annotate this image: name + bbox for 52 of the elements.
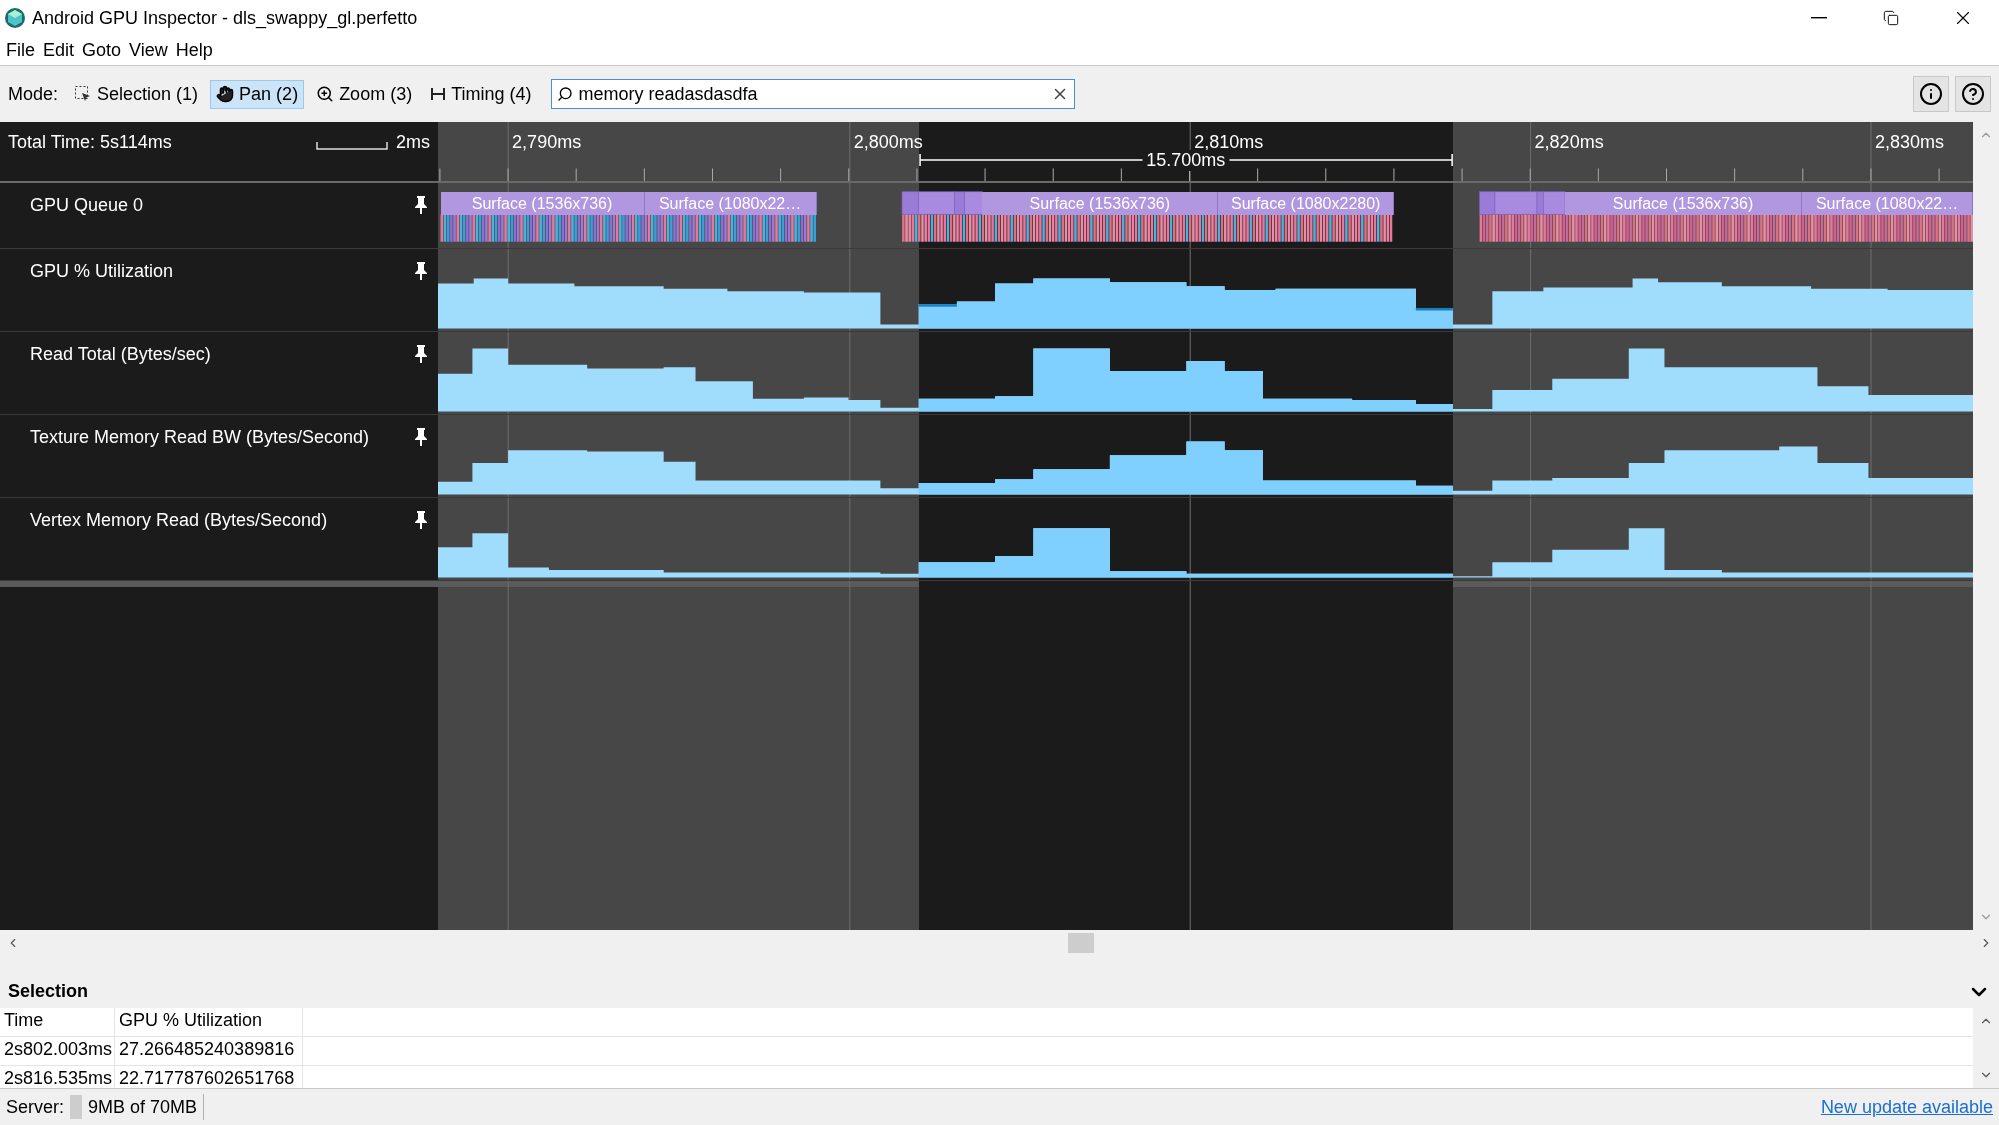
track-name: GPU Queue 0	[30, 195, 145, 216]
mode-button[interactable]: Timing (4)	[424, 79, 538, 109]
pin-icon[interactable]	[414, 195, 428, 215]
server-label: Server:	[6, 1096, 65, 1118]
search-field[interactable]: memory readasdasdfa	[551, 79, 1076, 109]
pin-icon[interactable]	[414, 261, 428, 281]
time-tick-label: 2,790ms	[512, 132, 582, 153]
track-name: GPU % Utilization	[30, 261, 175, 282]
menu-item[interactable]: Goto	[78, 40, 126, 61]
time-tick-label: 2,800ms	[853, 132, 923, 153]
mode-button[interactable]: Selection (1)	[68, 79, 205, 109]
memory-usage: 9MB of 70MB	[88, 1096, 198, 1118]
zoom-icon	[316, 85, 335, 103]
scale-label: 2ms	[396, 132, 430, 153]
selection-duration-label: 15.700ms	[1142, 150, 1230, 171]
info-icon	[1919, 82, 1943, 106]
table-cell: 2s802.003ms	[0, 1037, 115, 1066]
update-link[interactable]: New update available	[1820, 1096, 1993, 1118]
pin-icon[interactable]	[414, 344, 428, 364]
total-time-label: Total Time: 5s114ms	[8, 132, 173, 153]
time-tick-label: 2,810ms	[1194, 132, 1264, 153]
table-cell: 27.266485240389816	[115, 1037, 303, 1066]
mode-button[interactable]: Zoom (3)	[310, 79, 419, 109]
panel-title: Selection	[8, 981, 90, 1002]
pin-icon[interactable]	[414, 510, 428, 530]
minimize-icon	[1811, 17, 1827, 19]
menu-item[interactable]: File	[2, 40, 39, 61]
menu-item[interactable]: Edit	[39, 40, 79, 61]
column-header: GPU % Utilization	[115, 1008, 303, 1037]
track-name: Texture Memory Read BW (Bytes/Second)	[30, 427, 371, 448]
time-tick-label: 2,830ms	[1875, 132, 1945, 153]
track-name: Vertex Memory Read (Bytes/Second)	[30, 510, 329, 531]
track-name: Read Total (Bytes/sec)	[30, 344, 212, 365]
menu-item[interactable]: View	[125, 40, 172, 61]
restore-icon	[1883, 10, 1899, 26]
time-tick-label: 2,820ms	[1534, 132, 1604, 153]
help-button[interactable]	[1955, 76, 1991, 112]
column-header: Time	[0, 1008, 115, 1037]
scrollbar-thumb[interactable]	[1068, 933, 1094, 953]
hand-icon	[216, 85, 235, 103]
pin-icon[interactable]	[414, 427, 428, 447]
info-button[interactable]	[1913, 76, 1949, 112]
app-logo-icon	[4, 7, 26, 29]
menu-item[interactable]: Help	[171, 40, 217, 61]
memory-bar	[70, 1095, 83, 1119]
window-title: Android GPU Inspector - dls_swappy_gl.perfetto	[32, 7, 419, 29]
search-icon	[557, 86, 574, 102]
help-icon	[1961, 82, 1985, 106]
timing-icon	[430, 86, 447, 102]
mode-button[interactable]: Pan (2)	[210, 79, 305, 109]
mode-label: Mode:	[8, 83, 59, 105]
scale-bar-icon	[316, 140, 388, 150]
